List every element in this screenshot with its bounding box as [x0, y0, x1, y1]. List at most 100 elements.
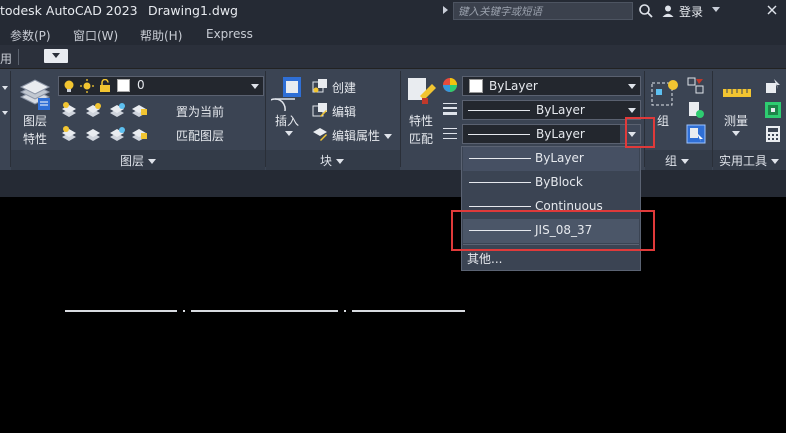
edit-attributes-icon [313, 128, 327, 141]
group-edit-icon[interactable] [687, 101, 705, 119]
calculator-icon[interactable] [764, 125, 782, 143]
create-block-icon [312, 79, 327, 93]
linetype-icon [443, 128, 457, 139]
chevron-down-icon[interactable] [732, 131, 740, 136]
chevron-down-icon [628, 108, 636, 113]
edit-attributes-label: 编辑属性 [332, 129, 381, 143]
ungroup-icon[interactable] [687, 77, 705, 95]
linetype-option-label: ByLayer [535, 151, 584, 165]
sun-icon [80, 79, 94, 93]
sign-in-button[interactable]: 登录 [661, 3, 703, 19]
dashed-line-drawing[interactable] [0, 197, 786, 433]
linetype-option-label: Continuous [535, 199, 603, 213]
edit-block-icon [312, 103, 327, 117]
chevron-down-icon [681, 159, 690, 164]
layer-properties-label-1: 图层 [23, 114, 48, 128]
linetype-value: ByLayer [536, 127, 585, 141]
color-combo[interactable]: ByLayer [462, 76, 641, 96]
bulb-icon [64, 80, 74, 92]
tab-separator [18, 49, 19, 65]
chevron-down-icon [384, 134, 393, 139]
linetype-sample [468, 134, 530, 135]
lineweight-icon [443, 103, 457, 115]
layers-panel-title-text: 图层 [120, 154, 145, 168]
search-input[interactable]: 键入关键字或短语 [453, 2, 633, 20]
lineweight-sample [468, 110, 530, 111]
linetype-sample [469, 230, 531, 231]
ribbon-tab-partial[interactable]: 用 [0, 50, 12, 67]
match-layer-button[interactable]: 匹配图层 [176, 127, 224, 144]
user-icon [662, 5, 674, 17]
ribbon-tab-row: 用 [0, 45, 786, 69]
chevron-down-icon [148, 159, 157, 164]
insert-block-icon[interactable] [271, 75, 305, 111]
linetype-sample [469, 158, 531, 159]
lineweight-combo[interactable]: ByLayer [462, 100, 641, 120]
linetype-option-bylayer[interactable]: ByLayer [463, 147, 639, 171]
app-title: todesk AutoCAD 2023 [0, 3, 138, 18]
linetype-option-label: JIS_08_37 [535, 223, 593, 237]
edit-block-button[interactable]: 编辑 [332, 103, 356, 120]
ribbon: 图层 特性 0 置为当前 匹配图层 图层 插入 创建 编辑 编辑属性 块 特性 … [0, 69, 786, 170]
linetype-option-byblock[interactable]: ByBlock [463, 171, 639, 195]
chevron-down-icon [251, 84, 259, 89]
linetype-option-jis-08-37[interactable]: JIS_08_37 [463, 219, 639, 243]
quick-select-icon[interactable] [764, 77, 782, 95]
layer-combo[interactable]: 0 [58, 76, 264, 96]
search-expand-icon[interactable] [443, 6, 448, 14]
menu-bar: 参数(P) 窗口(W) 帮助(H) Express [0, 23, 786, 45]
unlock-icon [100, 79, 110, 92]
menu-express[interactable]: Express [206, 27, 253, 41]
block-panel-title-text: 块 [320, 154, 333, 168]
panel-separator [400, 71, 401, 167]
layer-tools-row-1-icons[interactable] [60, 101, 170, 119]
drawing-canvas[interactable] [0, 197, 786, 433]
chevron-down-icon [628, 132, 636, 137]
sign-in-label: 登录 [679, 4, 704, 19]
layer-tools-row-2-icons[interactable] [60, 125, 170, 143]
document-title: Drawing1.dwg [148, 3, 238, 18]
create-block-button[interactable]: 创建 [332, 79, 356, 96]
file-tab-strip [0, 170, 786, 197]
close-icon[interactable] [764, 2, 780, 18]
linetype-option-label: ByBlock [535, 175, 583, 189]
edit-attributes-button[interactable]: 编辑属性 [332, 127, 393, 144]
chevron-down-icon [52, 53, 60, 58]
utilities-panel-title[interactable]: 实用工具 [719, 152, 780, 169]
make-current-button[interactable]: 置为当前 [176, 103, 224, 120]
search-icon[interactable] [638, 3, 654, 19]
panel-visibility-button[interactable] [44, 49, 68, 63]
groups-panel-title-text: 组 [665, 154, 678, 168]
chevron-down-icon [771, 159, 780, 164]
layer-properties-label-2: 特性 [23, 132, 48, 146]
color-swatch [469, 79, 483, 93]
color-value: ByLayer [489, 79, 538, 93]
match-properties-icon[interactable] [406, 76, 438, 108]
measure-label[interactable]: 测量 [724, 112, 748, 129]
group-label: 组 [657, 114, 670, 128]
chevron-down-icon[interactable] [285, 131, 293, 136]
linetype-combo[interactable]: ByLayer [462, 124, 641, 144]
insert-label[interactable]: 插入 [275, 112, 299, 129]
linetype-option-continuous[interactable]: Continuous [463, 195, 639, 219]
group-icon[interactable] [649, 77, 681, 109]
groups-panel-title[interactable]: 组 [665, 152, 690, 169]
linetype-dropdown-list: ByLayer ByBlock Continuous JIS_08_37 其他.… [461, 146, 641, 271]
chevron-down-icon [628, 84, 636, 89]
title-bar: todesk AutoCAD 2023 Drawing1.dwg 键入关键字或短… [0, 0, 786, 23]
menu-help[interactable]: 帮助(H) [140, 27, 182, 44]
linetype-sample [469, 206, 531, 207]
layer-properties-icon[interactable] [17, 77, 53, 111]
menu-window[interactable]: 窗口(W) [73, 27, 118, 44]
current-layer-name: 0 [137, 78, 145, 92]
linetype-sample [469, 182, 531, 183]
linetype-option-other[interactable]: 其他... [463, 246, 639, 270]
menu-parameters[interactable]: 参数(P) [10, 27, 51, 44]
layers-panel-title[interactable]: 图层 [120, 152, 157, 169]
group-selection-icon[interactable] [686, 124, 706, 144]
match-properties-label-1: 特性 [409, 114, 434, 128]
id-point-icon[interactable] [764, 101, 782, 119]
account-dropdown-icon[interactable] [712, 7, 720, 12]
measure-icon[interactable] [722, 83, 752, 103]
block-panel-title[interactable]: 块 [320, 152, 345, 169]
